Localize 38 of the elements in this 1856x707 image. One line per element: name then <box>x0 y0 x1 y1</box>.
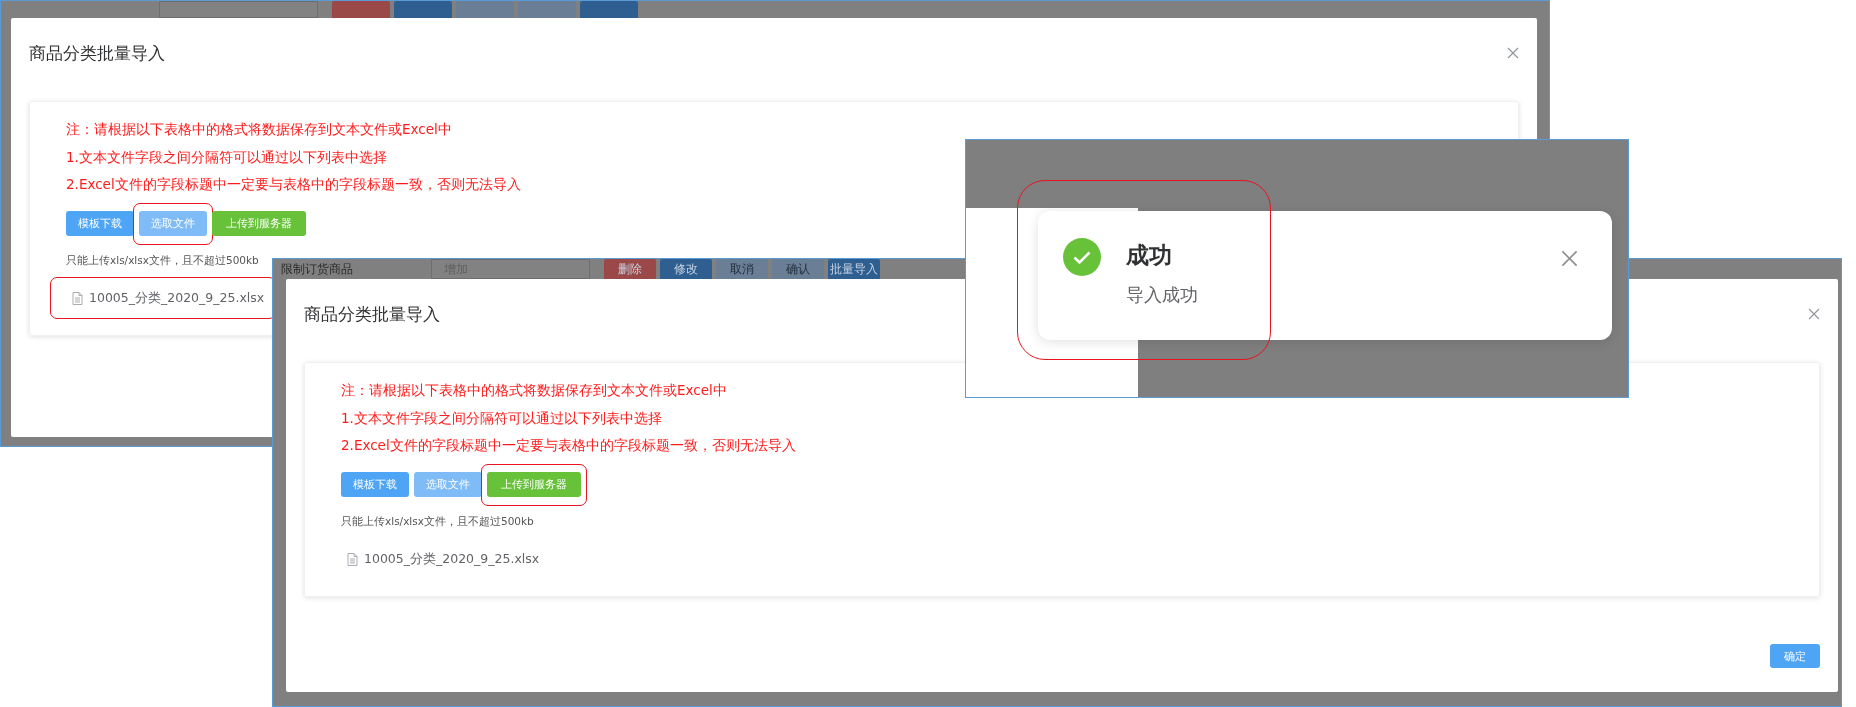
dialog-title: 商品分类批量导入 <box>29 41 165 65</box>
notification-message: 导入成功 <box>1126 283 1199 307</box>
toolbar-button[interactable]: 删除 <box>604 259 656 279</box>
toolbar-button[interactable]: 修改 <box>660 259 712 279</box>
toolbar-button[interactable] <box>394 1 452 18</box>
close-icon[interactable] <box>1808 308 1820 320</box>
toolbar-button[interactable]: 批量导入 <box>828 259 880 279</box>
select-field[interactable] <box>159 1 318 18</box>
download-button[interactable]: 模板下载 <box>341 471 409 497</box>
toolbar-button[interactable] <box>332 1 390 18</box>
choose-file-button[interactable]: 选取文件 <box>139 210 207 236</box>
breadcrumb: 限制订货商品 <box>281 260 354 278</box>
file-name[interactable]: 10005_分类_2020_9_25.xlsx <box>364 550 540 568</box>
file-name[interactable]: 10005_分类_2020_9_25.xlsx <box>89 289 265 307</box>
download-button[interactable]: 模板下载 <box>66 210 134 236</box>
upload-hint: 只能上传xls/xlsx文件，且不超过500kb <box>341 514 534 529</box>
note-text: 注：请根据以下表格中的格式将数据保存到文本文件或Excel中 <box>341 381 727 400</box>
upload-button[interactable]: 上传到服务器 <box>212 210 306 236</box>
confirm-button[interactable]: 确定 <box>1770 644 1820 668</box>
notification-title: 成功 <box>1126 241 1173 270</box>
upload-hint: 只能上传xls/xlsx文件，且不超过500kb <box>66 253 259 268</box>
toolbar-button[interactable] <box>580 1 638 18</box>
choose-file-button[interactable]: 选取文件 <box>414 471 482 497</box>
upload-button[interactable]: 上传到服务器 <box>487 471 581 497</box>
toolbar-button[interactable] <box>456 1 514 18</box>
note-text: 1.文本文件字段之间分隔符可以通过以下列表中选择 <box>341 408 662 428</box>
note-text: 注：请根据以下表格中的格式将数据保存到文本文件或Excel中 <box>66 120 452 139</box>
toolbar-button[interactable] <box>518 1 576 18</box>
close-icon[interactable] <box>1561 250 1578 267</box>
note-text: 1.文本文件字段之间分隔符可以通过以下列表中选择 <box>66 147 387 167</box>
note-text: 2.Excel文件的字段标题中一定要与表格中的字段标题一致，否则无法导入 <box>341 436 796 455</box>
toolbar-button[interactable]: 确认 <box>772 259 824 279</box>
note-text: 2.Excel文件的字段标题中一定要与表格中的字段标题一致，否则无法导入 <box>66 175 521 194</box>
dialog-title: 商品分类批量导入 <box>304 302 440 326</box>
toolbar-button[interactable]: 取消 <box>716 259 768 279</box>
document-icon <box>347 552 358 566</box>
close-icon[interactable] <box>1507 47 1519 59</box>
document-icon <box>72 291 83 305</box>
